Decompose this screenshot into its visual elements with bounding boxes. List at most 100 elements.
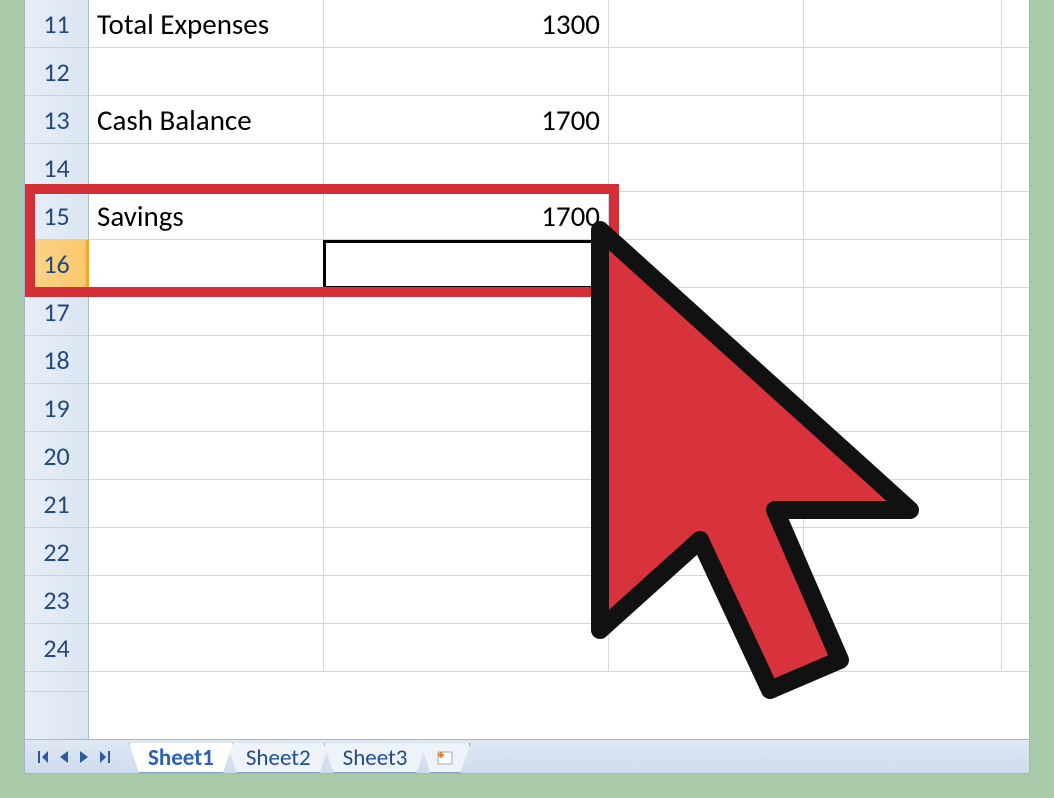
table-row bbox=[89, 240, 1029, 288]
cell[interactable] bbox=[609, 528, 804, 575]
row-header[interactable]: 18 bbox=[25, 336, 88, 384]
sheet-tab[interactable]: Sheet3 bbox=[324, 743, 427, 773]
row-header[interactable]: 20 bbox=[25, 432, 88, 480]
cell[interactable] bbox=[804, 336, 1002, 383]
row-header[interactable]: 14 bbox=[25, 144, 88, 192]
cell[interactable] bbox=[89, 624, 324, 671]
table-row bbox=[89, 48, 1029, 96]
cell[interactable] bbox=[324, 336, 609, 383]
cell[interactable] bbox=[324, 624, 609, 671]
cell[interactable] bbox=[609, 0, 804, 47]
cell[interactable] bbox=[324, 480, 609, 527]
cell[interactable] bbox=[609, 576, 804, 623]
cell-active[interactable] bbox=[324, 240, 609, 287]
row-header[interactable]: 24 bbox=[25, 624, 88, 672]
cell[interactable] bbox=[609, 480, 804, 527]
row-header[interactable]: 19 bbox=[25, 384, 88, 432]
cell[interactable] bbox=[804, 144, 1002, 191]
cell[interactable] bbox=[804, 240, 1002, 287]
cell[interactable] bbox=[609, 144, 804, 191]
cell[interactable] bbox=[804, 480, 1002, 527]
cell[interactable]: Cash Balance bbox=[89, 96, 324, 143]
cell[interactable] bbox=[804, 432, 1002, 479]
cell[interactable] bbox=[324, 48, 609, 95]
cell[interactable] bbox=[804, 192, 1002, 239]
sheet-tab[interactable]: Sheet1 bbox=[129, 743, 233, 773]
cell[interactable] bbox=[324, 576, 609, 623]
row-header[interactable]: 12 bbox=[25, 48, 88, 96]
cell[interactable]: Total Expenses bbox=[89, 0, 324, 47]
cell[interactable] bbox=[804, 624, 1002, 671]
row-header[interactable]: 23 bbox=[25, 576, 88, 624]
fill-handle[interactable] bbox=[605, 285, 613, 293]
table-row bbox=[89, 432, 1029, 480]
cell[interactable] bbox=[804, 576, 1002, 623]
tab-nav-buttons bbox=[27, 749, 121, 765]
sheet-tabs: Sheet1 Sheet2 Sheet3 bbox=[129, 740, 464, 773]
cell[interactable] bbox=[609, 336, 804, 383]
cell[interactable]: 1700 bbox=[324, 192, 609, 239]
cell[interactable] bbox=[324, 384, 609, 431]
cell[interactable] bbox=[324, 432, 609, 479]
cell[interactable] bbox=[609, 624, 804, 671]
cell[interactable] bbox=[609, 432, 804, 479]
sheet-tab[interactable]: Sheet2 bbox=[227, 743, 330, 773]
table-row bbox=[89, 144, 1029, 192]
cell[interactable] bbox=[89, 144, 324, 191]
cell[interactable] bbox=[609, 96, 804, 143]
cell[interactable] bbox=[89, 336, 324, 383]
cell[interactable] bbox=[804, 96, 1002, 143]
prev-sheet-icon[interactable] bbox=[57, 749, 71, 765]
cell[interactable] bbox=[324, 528, 609, 575]
row-header[interactable]: 15 bbox=[25, 192, 88, 240]
cell[interactable] bbox=[89, 288, 324, 335]
cell[interactable]: 1300 bbox=[324, 0, 609, 47]
last-sheet-icon[interactable] bbox=[97, 749, 113, 765]
table-row bbox=[89, 480, 1029, 528]
row-header[interactable]: 21 bbox=[25, 480, 88, 528]
table-row bbox=[89, 384, 1029, 432]
cell[interactable] bbox=[804, 0, 1002, 47]
workbook-window: 11 12 13 14 15 16 17 18 19 20 21 22 23 2… bbox=[24, 0, 1030, 774]
cell[interactable] bbox=[609, 288, 804, 335]
table-row: Total Expenses 1300 bbox=[89, 0, 1029, 48]
table-row bbox=[89, 576, 1029, 624]
table-row: Savings 1700 bbox=[89, 192, 1029, 240]
table-row bbox=[89, 288, 1029, 336]
cell[interactable] bbox=[324, 144, 609, 191]
cell[interactable] bbox=[89, 480, 324, 527]
cell[interactable] bbox=[89, 240, 324, 287]
row-header[interactable]: 22 bbox=[25, 528, 88, 576]
cell[interactable] bbox=[89, 432, 324, 479]
next-sheet-icon[interactable] bbox=[77, 749, 91, 765]
table-row bbox=[89, 336, 1029, 384]
spreadsheet-grid[interactable]: 11 12 13 14 15 16 17 18 19 20 21 22 23 2… bbox=[25, 0, 1029, 739]
cell[interactable] bbox=[89, 576, 324, 623]
cell[interactable] bbox=[89, 48, 324, 95]
cell[interactable] bbox=[609, 192, 804, 239]
table-row: Cash Balance 1700 bbox=[89, 96, 1029, 144]
row-header[interactable]: 13 bbox=[25, 96, 88, 144]
cell[interactable] bbox=[609, 384, 804, 431]
row-header[interactable]: 17 bbox=[25, 288, 88, 336]
cell[interactable] bbox=[804, 528, 1002, 575]
table-row bbox=[89, 528, 1029, 576]
cell[interactable]: 1700 bbox=[324, 96, 609, 143]
new-sheet-button[interactable] bbox=[420, 743, 470, 773]
row-header[interactable]: 11 bbox=[25, 0, 88, 48]
cell[interactable] bbox=[89, 528, 324, 575]
cell[interactable]: Savings bbox=[89, 192, 324, 239]
row-header-active[interactable]: 16 bbox=[25, 240, 88, 288]
first-sheet-icon[interactable] bbox=[35, 749, 51, 765]
cell[interactable] bbox=[609, 48, 804, 95]
cells-area[interactable]: Total Expenses 1300 Cash Balance 1700 bbox=[89, 0, 1029, 739]
cell[interactable] bbox=[804, 288, 1002, 335]
cell[interactable] bbox=[609, 240, 804, 287]
row-header[interactable] bbox=[25, 672, 88, 692]
cell[interactable] bbox=[89, 384, 324, 431]
cell[interactable] bbox=[804, 48, 1002, 95]
cell[interactable] bbox=[324, 288, 609, 335]
sheet-tabs-bar: Sheet1 Sheet2 Sheet3 bbox=[25, 739, 1029, 773]
cell[interactable] bbox=[804, 384, 1002, 431]
row-headers: 11 12 13 14 15 16 17 18 19 20 21 22 23 2… bbox=[25, 0, 89, 739]
